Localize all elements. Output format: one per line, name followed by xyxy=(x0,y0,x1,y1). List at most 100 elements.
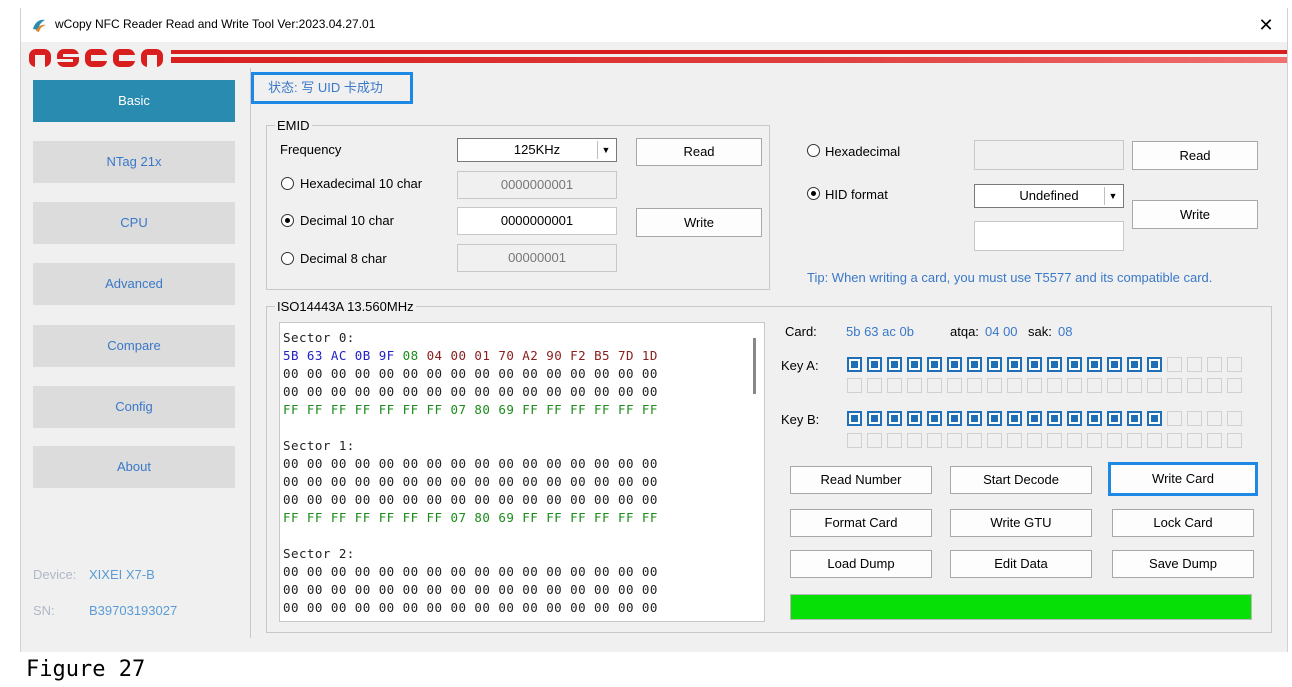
hid-read-button[interactable]: Read xyxy=(1132,141,1258,170)
key-sector-cell xyxy=(1047,411,1062,426)
key-sector-cell xyxy=(1047,378,1062,393)
key-sector-cell xyxy=(927,378,942,393)
sak-label: sak: xyxy=(1028,324,1052,339)
write-gtu-button[interactable]: Write GTU xyxy=(950,509,1092,537)
key-sector-cell xyxy=(967,357,982,372)
edit-data-button[interactable]: Edit Data xyxy=(950,550,1092,578)
progress-bar xyxy=(790,594,1252,620)
key-b-row-2 xyxy=(847,433,1247,449)
lock-card-button[interactable]: Lock Card xyxy=(1112,509,1254,537)
hex-byte-group: 5B 63 AC 0B 9F xyxy=(283,348,403,363)
hid-value-field[interactable] xyxy=(974,221,1124,251)
hex10-radio[interactable] xyxy=(281,177,294,190)
hex-line: 00 00 00 00 00 00 00 00 00 00 00 00 00 0… xyxy=(283,474,658,489)
hid-hex-radio[interactable] xyxy=(807,144,820,157)
key-sector-cell xyxy=(1187,357,1202,372)
hid-hex-field[interactable] xyxy=(974,140,1124,170)
load-dump-button[interactable]: Load Dump xyxy=(790,550,932,578)
key-sector-cell xyxy=(907,378,922,393)
hex-dump-view[interactable]: Sector 0: 5B 63 AC 0B 9F 08 04 00 01 70 A… xyxy=(279,322,765,622)
dec8-radio[interactable] xyxy=(281,252,294,265)
hex10-label: Hexadecimal 10 char xyxy=(300,176,423,191)
key-sector-cell xyxy=(1087,433,1102,448)
key-sector-cell xyxy=(1147,378,1162,393)
nav-about[interactable]: About xyxy=(33,446,235,488)
key-sector-cell xyxy=(1007,357,1022,372)
key-sector-cell xyxy=(987,378,1002,393)
key-sector-cell xyxy=(1047,357,1062,372)
hex-scrollbar[interactable] xyxy=(753,338,756,394)
dec10-label: Decimal 10 char xyxy=(300,213,394,228)
key-sector-cell xyxy=(1047,433,1062,448)
hid-format-select[interactable]: Undefined ▼ xyxy=(974,184,1124,208)
title-bar: wCopy NFC Reader Read and Write Tool Ver… xyxy=(21,8,1287,42)
key-sector-cell xyxy=(1127,357,1142,372)
emid-write-button[interactable]: Write xyxy=(636,208,762,237)
key-sector-cell xyxy=(1007,411,1022,426)
key-a-row-1 xyxy=(847,357,1247,373)
hex-line: 00 00 00 00 00 00 00 00 00 00 00 00 00 0… xyxy=(283,564,658,579)
key-sector-cell xyxy=(967,378,982,393)
key-sector-cell xyxy=(1067,378,1082,393)
hid-format-value: Undefined xyxy=(1019,188,1079,203)
header-stripe xyxy=(171,50,1287,54)
window-title: wCopy NFC Reader Read and Write Tool Ver… xyxy=(55,17,376,31)
key-sector-cell xyxy=(1167,357,1182,372)
nav-basic[interactable]: Basic xyxy=(33,80,235,122)
key-sector-cell xyxy=(1107,433,1122,448)
close-icon[interactable]: ✕ xyxy=(1253,12,1279,38)
key-sector-cell xyxy=(887,433,902,448)
emid-legend: EMID xyxy=(277,118,310,133)
key-sector-cell xyxy=(907,433,922,448)
atqa-label: atqa: xyxy=(950,324,979,339)
hex-byte-group: 04 00 01 70 A2 90 F2 B5 7D 1D xyxy=(426,348,658,363)
sidebar-divider xyxy=(250,68,251,638)
dec8-field[interactable]: 00000001 xyxy=(457,244,617,272)
hex-line: FF FF FF FF FF FF FF 07 80 69 FF FF FF F… xyxy=(283,402,658,417)
emid-read-button[interactable]: Read xyxy=(636,138,762,166)
format-card-button[interactable]: Format Card xyxy=(790,509,932,537)
key-sector-cell xyxy=(1227,411,1242,426)
key-sector-cell xyxy=(847,411,862,426)
dec10-field[interactable]: 0000000001 xyxy=(457,207,617,235)
nav-compare[interactable]: Compare xyxy=(33,325,235,367)
key-sector-cell xyxy=(1027,433,1042,448)
write-card-button[interactable]: Write Card xyxy=(1108,462,1258,496)
nav-ntag21x[interactable]: NTag 21x xyxy=(33,141,235,183)
hex-line: 00 00 00 00 00 00 00 00 00 00 00 00 00 0… xyxy=(283,456,658,471)
key-a-row-2 xyxy=(847,378,1247,394)
device-label: Device: xyxy=(33,567,77,582)
key-sector-cell xyxy=(887,357,902,372)
start-decode-button[interactable]: Start Decode xyxy=(950,466,1092,494)
key-sector-cell xyxy=(967,433,982,448)
key-sector-cell xyxy=(1087,411,1102,426)
hid-write-button[interactable]: Write xyxy=(1132,200,1258,229)
device-value: XIXEI X7-B xyxy=(89,567,155,582)
key-sector-cell xyxy=(1187,411,1202,426)
key-sector-cell xyxy=(1147,433,1162,448)
nav-config[interactable]: Config xyxy=(33,386,235,428)
key-sector-cell xyxy=(1167,411,1182,426)
key-sector-cell xyxy=(847,433,862,448)
key-b-row-1 xyxy=(847,411,1247,427)
hex-line: 00 00 00 00 00 00 00 00 00 00 00 00 00 0… xyxy=(283,384,658,399)
chevron-down-icon[interactable]: ▼ xyxy=(1104,187,1121,205)
iso-legend: ISO14443A 13.560MHz xyxy=(277,299,414,314)
nav-advanced[interactable]: Advanced xyxy=(33,263,235,305)
hid-format-label: HID format xyxy=(825,187,888,202)
nav-cpu[interactable]: CPU xyxy=(33,202,235,244)
dec10-radio[interactable] xyxy=(281,214,294,227)
save-dump-button[interactable]: Save Dump xyxy=(1112,550,1254,578)
key-sector-cell xyxy=(1067,433,1082,448)
hex-line: 00 00 00 00 00 00 00 00 00 00 00 00 00 0… xyxy=(283,600,658,615)
key-sector-cell xyxy=(1147,411,1162,426)
hid-format-radio[interactable] xyxy=(807,187,820,200)
read-number-button[interactable]: Read Number xyxy=(790,466,932,494)
key-sector-cell xyxy=(907,357,922,372)
hex10-field[interactable]: 0000000001 xyxy=(457,171,617,199)
key-a-label: Key A: xyxy=(781,358,819,373)
key-sector-cell xyxy=(847,378,862,393)
chevron-down-icon[interactable]: ▼ xyxy=(597,141,614,159)
frequency-select[interactable]: 125KHz ▼ xyxy=(457,138,617,162)
key-sector-cell xyxy=(1027,411,1042,426)
